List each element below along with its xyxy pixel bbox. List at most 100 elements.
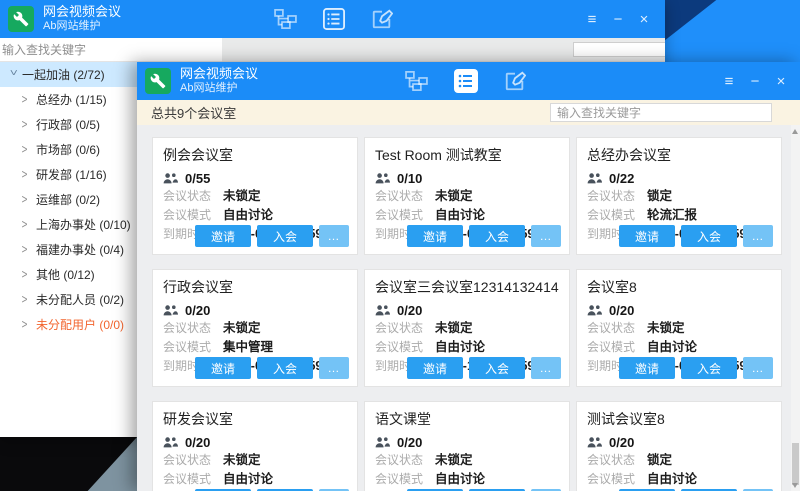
join-button[interactable]: 入会 — [681, 225, 737, 247]
background-search-input[interactable] — [573, 42, 665, 57]
attendee-count: 0/20 — [185, 303, 210, 318]
invite-button[interactable]: 邀请 — [195, 357, 251, 379]
attendee-count: 0/20 — [397, 303, 422, 318]
status-label: 会议状态 — [375, 451, 435, 469]
meeting-room-card: Test Room 测试教室 0/10 会议状态未锁定 会议模式自由讨论 到期时… — [364, 137, 570, 255]
scroll-down-icon[interactable] — [792, 483, 798, 488]
status-label: 会议状态 — [587, 187, 647, 205]
close-button[interactable]: × — [773, 73, 789, 90]
chevron-right-icon: > — [22, 118, 33, 132]
tree-item[interactable]: > 运维部 (0/2) — [0, 187, 137, 212]
tree-item-label: 市场部 (0/6) — [36, 141, 100, 158]
close-button[interactable]: × — [636, 11, 652, 28]
attendees-icon — [587, 437, 602, 448]
attendees-icon — [163, 437, 178, 448]
background-titlebar: 网会视频会议 Ab网站维护 — [0, 0, 665, 38]
attendee-count: 0/20 — [609, 303, 634, 318]
edit-compose-icon[interactable] — [371, 8, 393, 30]
tree-item-label: 总经办 (1/15) — [36, 91, 107, 108]
background-toolbar-strip — [222, 38, 665, 62]
summary-bar: 总共9个会议室 — [137, 100, 800, 125]
scrollbar-thumb[interactable] — [792, 443, 799, 485]
attendees-icon — [163, 305, 178, 316]
org-chart-icon[interactable] — [405, 71, 428, 91]
menu-button[interactable]: ≡ — [721, 73, 737, 90]
invite-button[interactable]: 邀请 — [195, 225, 251, 247]
mode-label: 会议模式 — [375, 470, 435, 488]
mode-value: 自由讨论 — [223, 206, 273, 224]
meeting-room-card: 会议室8 0/20 会议状态未锁定 会议模式自由讨论 到期时间2022-01-2… — [576, 269, 782, 387]
mode-value: 自由讨论 — [647, 338, 697, 356]
chevron-down-icon: > — [6, 69, 20, 80]
room-search-input[interactable] — [550, 103, 772, 122]
more-options-button[interactable]: … — [319, 225, 349, 247]
tree-item[interactable]: > 未分配用户 (0/0) — [0, 312, 137, 337]
tree-item[interactable]: > 总经办 (1/15) — [0, 87, 137, 112]
more-options-button[interactable]: … — [531, 357, 561, 379]
invite-button[interactable]: 邀请 — [407, 357, 463, 379]
join-button[interactable]: 入会 — [257, 357, 313, 379]
mode-value: 轮流汇报 — [647, 206, 697, 224]
mode-label: 会议模式 — [163, 338, 223, 356]
more-options-button[interactable]: … — [743, 225, 773, 247]
chevron-right-icon: > — [22, 243, 33, 257]
tree-item[interactable]: > 未分配人员 (0/2) — [0, 287, 137, 312]
join-button[interactable]: 入会 — [681, 357, 737, 379]
join-button[interactable]: 入会 — [257, 225, 313, 247]
tree-item-label: 研发部 (1/16) — [36, 166, 107, 183]
meeting-room-card: 总经办会议室 0/22 会议状态锁定 会议模式轮流汇报 到期时间2022-01-… — [576, 137, 782, 255]
invite-button[interactable]: 邀请 — [407, 225, 463, 247]
room-list-icon-active[interactable] — [454, 69, 478, 93]
sidebar-search-bar — [0, 38, 222, 62]
window-title: 网会视频会议 — [180, 67, 258, 82]
tree-item[interactable]: > 行政部 (0/5) — [0, 112, 137, 137]
tree-item[interactable]: > 研发部 (1/16) — [0, 162, 137, 187]
minimize-button[interactable]: − — [610, 11, 626, 28]
tree-item-label: 未分配用户 (0/0) — [36, 316, 124, 333]
join-button[interactable]: 入会 — [469, 357, 525, 379]
tree-item[interactable]: > 福建办事处 (0/4) — [0, 237, 137, 262]
status-value: 未锁定 — [647, 319, 685, 337]
org-chart-icon[interactable] — [274, 9, 297, 29]
vertical-scrollbar[interactable] — [791, 125, 800, 491]
invite-button[interactable]: 邀请 — [619, 225, 675, 247]
room-title: 行政会议室 — [163, 277, 347, 297]
tree-item-label: 未分配人员 (0/2) — [36, 291, 124, 308]
meeting-room-card: 研发会议室 0/20 会议状态未锁定 会议模式自由讨论 到期时间2022-01-… — [152, 401, 358, 491]
more-options-button[interactable]: … — [319, 357, 349, 379]
chevron-right-icon: > — [22, 218, 33, 232]
wallpaper-slate-beam — [0, 437, 137, 491]
scroll-up-icon[interactable] — [792, 129, 798, 134]
tree-item[interactable]: > 其他 (0/12) — [0, 262, 137, 287]
room-title: 研发会议室 — [163, 409, 347, 429]
tree-item[interactable]: > 一起加油 (2/72) — [0, 62, 137, 87]
room-title: 会议室8 — [587, 277, 771, 297]
tree-item[interactable]: > 市场部 (0/6) — [0, 137, 137, 162]
join-button[interactable]: 入会 — [469, 225, 525, 247]
meeting-room-card: 例会会议室 0/55 会议状态未锁定 会议模式自由讨论 到期时间2028-01-… — [152, 137, 358, 255]
room-title: 语文课堂 — [375, 409, 559, 429]
room-title: 总经办会议室 — [587, 145, 771, 165]
room-title: 测试会议室8 — [587, 409, 771, 429]
status-label: 会议状态 — [375, 187, 435, 205]
status-label: 会议状态 — [587, 451, 647, 469]
mode-label: 会议模式 — [587, 206, 647, 224]
meeting-room-card: 行政会议室 0/20 会议状态未锁定 会议模式集中管理 到期时间2023-01-… — [152, 269, 358, 387]
mode-label: 会议模式 — [163, 470, 223, 488]
app-wrench-icon — [8, 6, 34, 32]
attendee-count: 0/20 — [397, 435, 422, 450]
minimize-button[interactable]: − — [747, 73, 763, 90]
status-value: 未锁定 — [223, 187, 261, 205]
chevron-right-icon: > — [22, 93, 33, 107]
more-options-button[interactable]: … — [743, 357, 773, 379]
mode-value: 自由讨论 — [647, 470, 697, 488]
more-options-button[interactable]: … — [531, 225, 561, 247]
tree-item[interactable]: > 上海办事处 (0/10) — [0, 212, 137, 237]
attendees-icon — [587, 173, 602, 184]
edit-compose-icon[interactable] — [504, 70, 526, 92]
tree-search-input[interactable] — [2, 41, 192, 58]
mode-value: 自由讨论 — [223, 470, 273, 488]
invite-button[interactable]: 邀请 — [619, 357, 675, 379]
room-list-icon[interactable] — [323, 8, 345, 30]
menu-button[interactable]: ≡ — [584, 11, 600, 28]
